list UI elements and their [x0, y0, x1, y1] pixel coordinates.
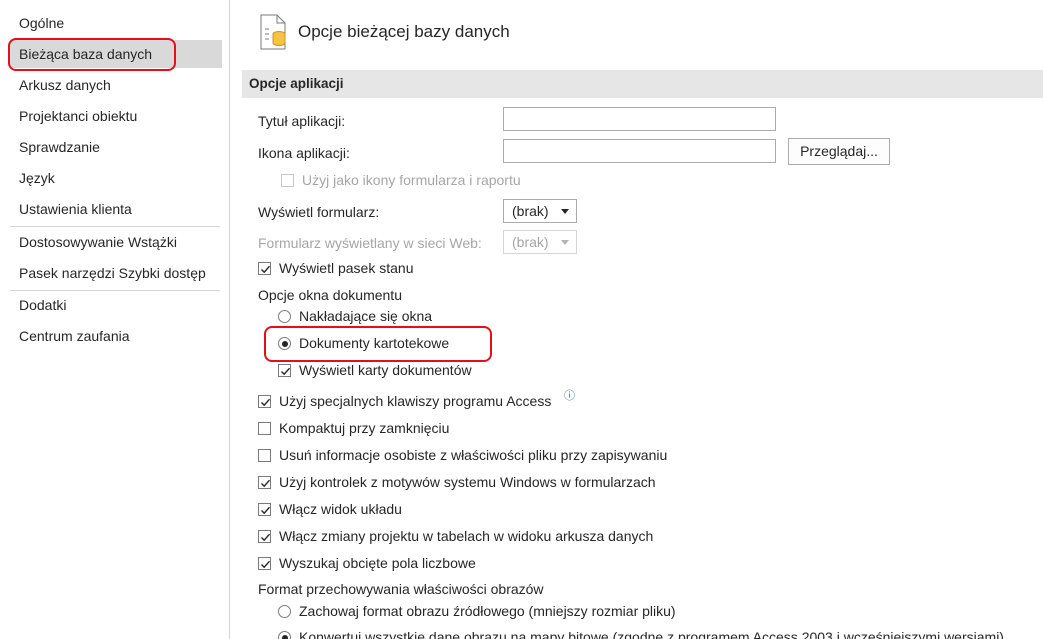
sidebar-item-general[interactable]: Ogólne — [10, 9, 222, 37]
doc-window-options-label: Opcje okna dokumentu — [258, 287, 402, 303]
compact-on-close-label: Kompaktuj przy zamknięciu — [279, 420, 450, 436]
sidebar-item-trust-center[interactable]: Centrum zaufania — [10, 322, 222, 350]
show-doc-tabs-checkbox[interactable] — [278, 364, 291, 377]
sidebar-item-language[interactable]: Język — [10, 164, 222, 192]
preserve-source-format-radio[interactable] — [278, 605, 291, 618]
section-header-application-options: Opcje aplikacji — [242, 70, 1043, 98]
app-icon-input[interactable] — [503, 139, 776, 163]
sidebar-item-client-settings[interactable]: Ustawienia klienta — [10, 195, 222, 223]
picture-format-label: Format przechowywania właściwości obrazó… — [258, 581, 544, 597]
display-form-value: (brak) — [512, 203, 549, 219]
checkmark-icon — [261, 533, 271, 542]
checkmark-icon — [261, 479, 271, 488]
web-form-label: Formularz wyświetlany w sieci Web: — [258, 235, 482, 251]
checkmark-icon — [261, 506, 271, 515]
options-main-panel: Opcje bieżącej bazy danych Opcje aplikac… — [230, 0, 1043, 639]
show-status-bar-label: Wyświetl pasek stanu — [279, 260, 414, 276]
radio-selected-dot — [281, 634, 288, 639]
sidebar-item-current-database[interactable]: Bieżąca baza danych — [10, 40, 222, 68]
sidebar-item-add-ins[interactable]: Dodatki — [10, 291, 222, 319]
sidebar-item-customize-ribbon[interactable]: Dostosowywanie Wstążki — [10, 228, 222, 256]
convert-to-bitmaps-label: Konwertuj wszystkie dane obrazu na mapy … — [299, 629, 1004, 639]
tabbed-documents-radio[interactable] — [278, 337, 291, 350]
chevron-down-icon — [561, 209, 569, 214]
enable-design-changes-checkbox[interactable] — [258, 530, 271, 543]
tabbed-documents-label: Dokumenty kartotekowe — [299, 335, 450, 351]
sidebar-item-datasheet[interactable]: Arkusz danych — [10, 71, 222, 99]
page-title: Opcje bieżącej bazy danych — [298, 22, 510, 41]
convert-to-bitmaps-radio[interactable] — [278, 631, 291, 639]
checkmark-icon — [261, 560, 271, 569]
check-truncated-fields-checkbox[interactable] — [258, 557, 271, 570]
sidebar-item-quick-access-toolbar[interactable]: Pasek narzędzi Szybki dostęp — [10, 259, 222, 287]
remove-personal-info-label: Usuń informacje osobiste z właściwości p… — [279, 447, 668, 463]
display-form-label: Wyświetl formularz: — [258, 204, 380, 220]
overlapping-windows-label: Nakładające się okna — [299, 308, 433, 324]
web-form-value: (brak) — [512, 234, 549, 250]
access-special-keys-checkbox[interactable] — [258, 395, 271, 408]
web-form-select[interactable]: (brak) — [503, 230, 577, 254]
show-status-bar-checkbox[interactable] — [258, 262, 271, 275]
database-options-icon — [260, 14, 286, 50]
sidebar-divider — [10, 226, 220, 227]
use-as-icon-label: Użyj jako ikony formularza i raportu — [302, 172, 521, 188]
options-sidebar: Ogólne Bieżąca baza danych Arkusz danych… — [0, 0, 230, 639]
check-truncated-fields-label: Wyszukaj obcięte pola liczbowe — [279, 555, 476, 571]
enable-design-changes-label: Włącz zmiany projektu w tabelach w widok… — [279, 528, 654, 544]
checkmark-icon — [261, 265, 271, 274]
use-as-icon-checkbox[interactable] — [281, 174, 294, 187]
app-title-input[interactable] — [503, 107, 776, 131]
overlapping-windows-radio[interactable] — [278, 310, 291, 323]
chevron-down-icon — [561, 240, 569, 245]
sidebar-item-object-designers[interactable]: Projektanci obiektu — [10, 102, 222, 130]
remove-personal-info-checkbox[interactable] — [258, 449, 271, 462]
app-icon-label: Ikona aplikacji: — [258, 145, 350, 161]
show-doc-tabs-label: Wyświetl karty dokumentów — [299, 362, 472, 378]
browse-button[interactable]: Przeglądaj... — [788, 138, 890, 165]
sidebar-item-proofing[interactable]: Sprawdzanie — [10, 133, 222, 161]
checkmark-icon — [281, 367, 291, 376]
app-title-label: Tytuł aplikacji: — [258, 113, 346, 129]
radio-selected-dot — [281, 340, 288, 347]
enable-layout-view-checkbox[interactable] — [258, 503, 271, 516]
preserve-source-format-label: Zachowaj format obrazu źródłowego (mniej… — [299, 603, 676, 619]
enable-layout-view-label: Włącz widok układu — [279, 501, 402, 517]
compact-on-close-checkbox[interactable] — [258, 422, 271, 435]
info-icon[interactable]: ⓘ — [564, 387, 575, 403]
access-special-keys-label: Użyj specjalnych klawiszy programu Acces… — [279, 393, 552, 409]
windows-themed-controls-label: Użyj kontrolek z motywów systemu Windows… — [279, 474, 656, 490]
windows-themed-controls-checkbox[interactable] — [258, 476, 271, 489]
checkmark-icon — [261, 398, 271, 407]
display-form-select[interactable]: (brak) — [503, 199, 577, 223]
